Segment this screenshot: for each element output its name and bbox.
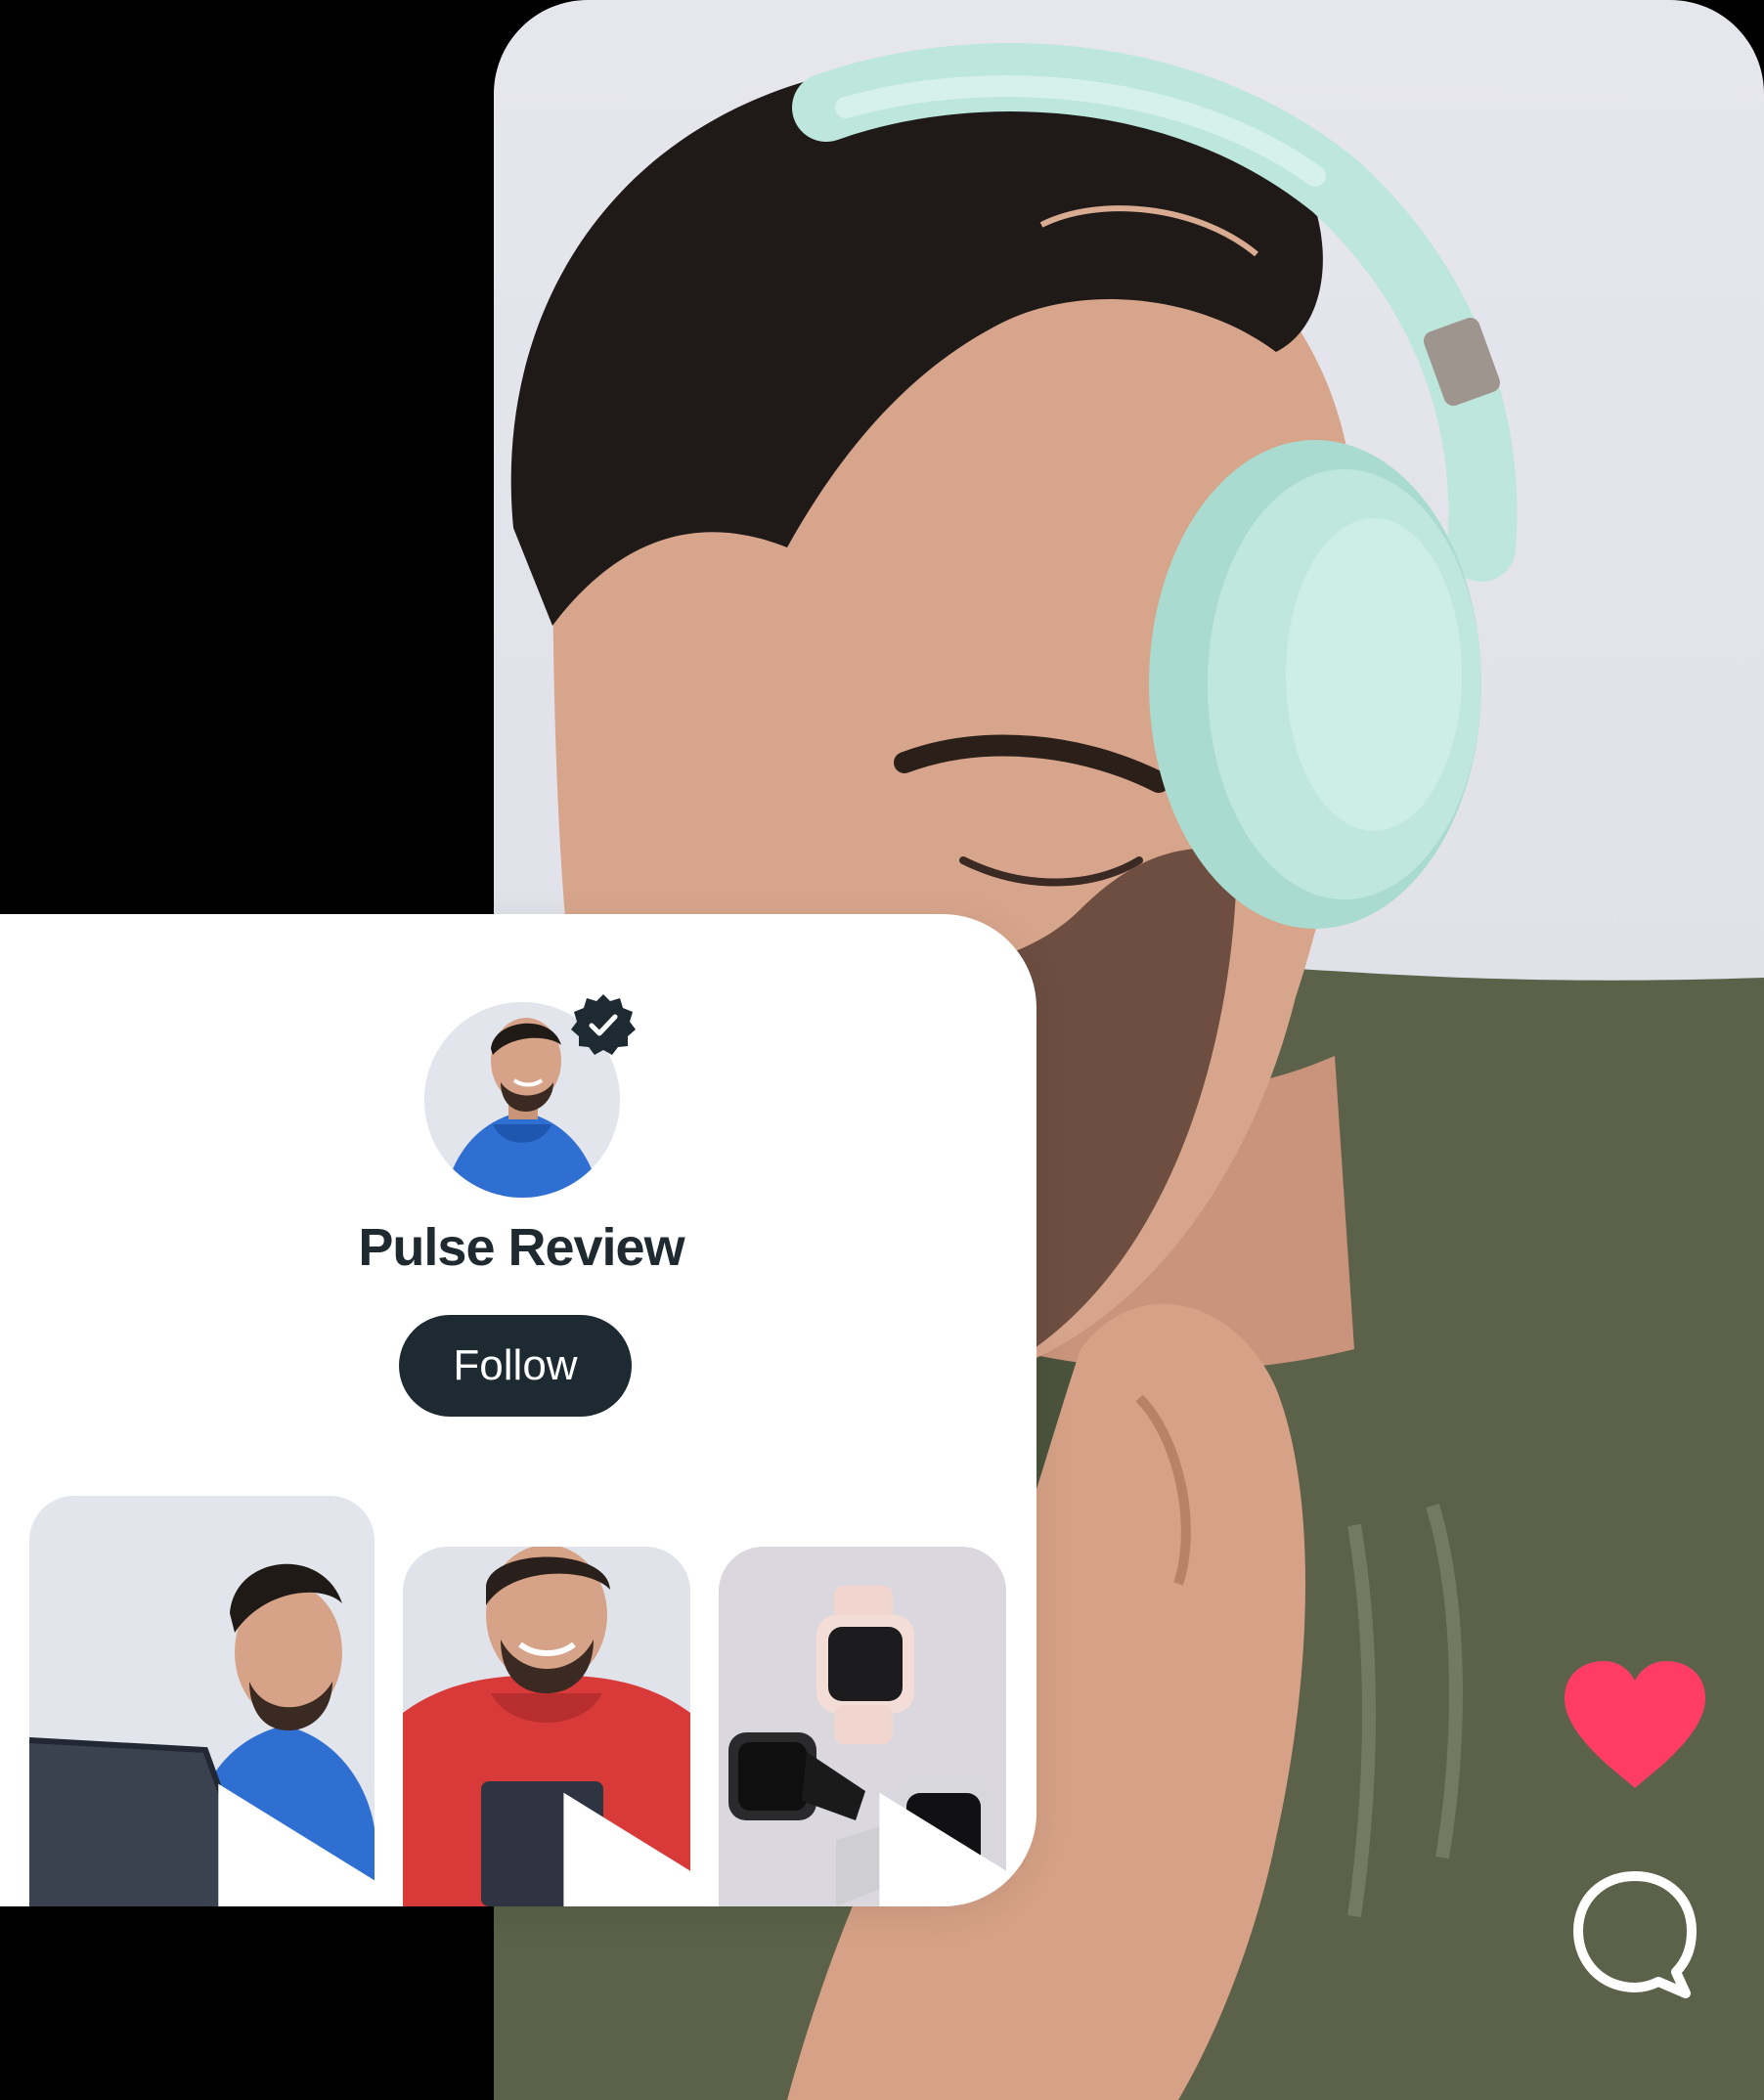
profile-name: Pulse Review xyxy=(358,1218,684,1277)
heart-icon xyxy=(1565,1661,1705,1788)
play-icon xyxy=(218,1783,375,1906)
play-icon xyxy=(563,1792,690,1906)
video-thumbnail-smartwatch[interactable] xyxy=(719,1547,1006,1906)
video-thumbnail-laptop[interactable] xyxy=(29,1496,375,1906)
stage: Pulse Review Follow xyxy=(0,0,1764,2100)
like-button[interactable] xyxy=(1559,1657,1711,1794)
comment-icon xyxy=(1573,1871,1697,1998)
video-thumbnail-tablet[interactable] xyxy=(403,1547,690,1906)
avatar[interactable] xyxy=(424,994,636,1198)
play-icon xyxy=(879,1792,1006,1906)
verified-badge-icon xyxy=(571,994,636,1055)
follow-button[interactable]: Follow xyxy=(399,1315,632,1417)
comment-button[interactable] xyxy=(1566,1864,1703,2001)
profile-card: Pulse Review Follow xyxy=(0,914,1036,1906)
